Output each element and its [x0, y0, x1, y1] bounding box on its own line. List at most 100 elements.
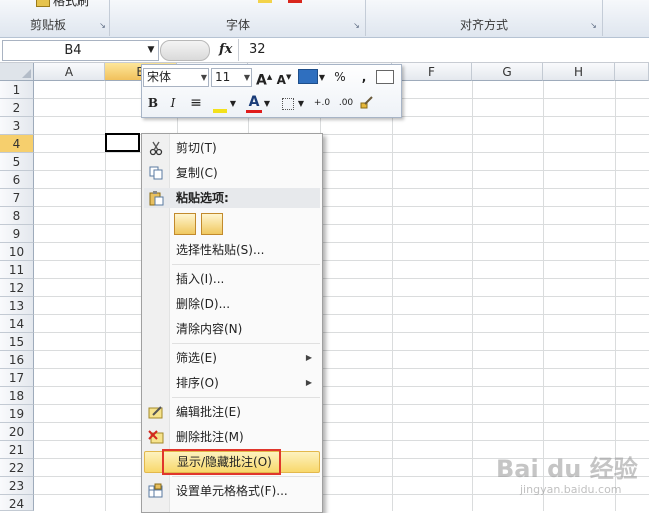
menu-item-insert[interactable]: 插入(I)...: [144, 268, 320, 290]
row-header[interactable]: 6: [0, 171, 34, 189]
gridline: [34, 152, 649, 153]
font-name-select[interactable]: 宋体 ▼: [143, 68, 209, 87]
row-header[interactable]: 5: [0, 153, 34, 171]
chevron-down-icon[interactable]: ▼: [229, 94, 237, 113]
percent-style-button[interactable]: %: [333, 68, 347, 87]
menu-separator: [172, 476, 320, 477]
row-header[interactable]: 1: [0, 81, 34, 99]
row-header[interactable]: 17: [0, 369, 34, 387]
name-box[interactable]: B4 ▼: [2, 40, 159, 61]
menu-item-edit-comment[interactable]: 编辑批注(E): [144, 401, 320, 423]
comma-style-button[interactable]: ,: [358, 68, 370, 87]
merge-cells-icon[interactable]: [376, 70, 394, 84]
menu-item-clear-contents[interactable]: 清除内容(N): [144, 318, 320, 340]
row-header[interactable]: 14: [0, 315, 34, 333]
active-cell-b4[interactable]: [105, 133, 140, 152]
chevron-down-icon[interactable]: ▼: [146, 41, 156, 60]
row-header[interactable]: 2: [0, 99, 34, 117]
row-header[interactable]: 13: [0, 297, 34, 315]
gridline: [34, 242, 649, 243]
formula-bar-handle[interactable]: [160, 40, 210, 61]
baidu-watermark-url: jingyan.baidu.com: [520, 483, 622, 496]
row-header[interactable]: 23: [0, 477, 34, 495]
row-header[interactable]: 19: [0, 405, 34, 423]
gridline: [34, 296, 649, 297]
row-header[interactable]: 15: [0, 333, 34, 351]
row-header[interactable]: 21: [0, 441, 34, 459]
row-header[interactable]: 11: [0, 261, 34, 279]
gridline: [34, 188, 649, 189]
gridline: [34, 278, 649, 279]
format-cells-icon: [148, 483, 164, 499]
group-divider: [602, 0, 603, 36]
center-align-icon[interactable]: ≡: [188, 94, 204, 113]
clipboard-launcher-icon[interactable]: ↘: [98, 21, 107, 30]
fill-color-icon[interactable]: [212, 94, 228, 113]
grow-font-button[interactable]: A▲: [256, 68, 272, 89]
worksheet-grid[interactable]: A B C D E F G H 1 2 3 4 5 6 7 8 9 10 11 …: [0, 63, 649, 511]
format-painter-button[interactable]: 格式刷: [36, 0, 89, 8]
chevron-down-icon[interactable]: ▼: [318, 68, 326, 87]
select-all-button[interactable]: [0, 63, 34, 81]
italic-button[interactable]: I: [166, 94, 180, 113]
formula-input[interactable]: 32: [249, 40, 266, 59]
menu-item-filter[interactable]: 筛选(E) ▶: [144, 347, 320, 369]
shrink-font-button[interactable]: A▼: [276, 68, 292, 87]
formula-divider: [238, 39, 239, 61]
increase-decimal-button[interactable]: +.0: [312, 94, 332, 113]
column-header-f[interactable]: F: [392, 63, 472, 81]
gridline: [34, 440, 649, 441]
accounting-format-icon[interactable]: [298, 69, 318, 84]
brush-icon: [36, 0, 50, 7]
column-header-h[interactable]: H: [543, 63, 615, 81]
row-header-selected[interactable]: 4: [0, 135, 34, 153]
font-color-swatch: [288, 0, 302, 3]
menu-item-sort[interactable]: 排序(O) ▶: [144, 372, 320, 394]
row-header[interactable]: 9: [0, 225, 34, 243]
row-header[interactable]: 18: [0, 387, 34, 405]
chevron-down-icon[interactable]: ▼: [244, 69, 250, 86]
decrease-decimal-button[interactable]: .00: [336, 94, 356, 113]
chevron-down-icon[interactable]: ▼: [201, 69, 207, 86]
menu-item-partial[interactable]: [144, 505, 320, 512]
mini-toolbar: 宋体 ▼ 11 ▼ A▲ A▼ ▼ % , B I ≡ ▼ A ▼ ▼ +.0 …: [141, 64, 402, 118]
chevron-down-icon[interactable]: ▼: [263, 94, 271, 113]
menu-item-cut[interactable]: 剪切(T): [144, 137, 320, 159]
font-size-select[interactable]: 11 ▼: [211, 68, 252, 87]
row-header[interactable]: 7: [0, 189, 34, 207]
menu-paste-options-header: 粘贴选项:: [144, 188, 320, 208]
column-header-next[interactable]: [615, 63, 649, 81]
font-launcher-icon[interactable]: ↘: [352, 21, 361, 30]
chevron-down-icon[interactable]: ▼: [297, 94, 305, 113]
row-header[interactable]: 12: [0, 279, 34, 297]
row-header[interactable]: 3: [0, 117, 34, 135]
row-header[interactable]: 24: [0, 495, 34, 511]
borders-icon[interactable]: [282, 98, 294, 110]
menu-item-paste-special[interactable]: 选择性粘贴(S)...: [144, 239, 320, 261]
scissors-icon: [148, 140, 164, 156]
row-header[interactable]: 16: [0, 351, 34, 369]
row-header[interactable]: 20: [0, 423, 34, 441]
menu-item-copy[interactable]: 复制(C): [144, 162, 320, 184]
bold-button[interactable]: B: [146, 94, 160, 113]
gridline: [34, 260, 649, 261]
menu-item-delete-comment[interactable]: 删除批注(M): [144, 426, 320, 448]
row-header[interactable]: 10: [0, 243, 34, 261]
gridline: [34, 332, 649, 333]
row-header[interactable]: 22: [0, 459, 34, 477]
insert-function-icon[interactable]: fx: [219, 40, 233, 59]
format-painter-icon[interactable]: [360, 96, 374, 110]
column-header-a[interactable]: A: [34, 63, 105, 81]
highlight-swatch: [258, 0, 272, 3]
gridline: [34, 422, 649, 423]
menu-separator: [172, 343, 320, 344]
alignment-launcher-icon[interactable]: ↘: [589, 21, 598, 30]
paste-all-icon[interactable]: [174, 213, 196, 235]
row-header[interactable]: 8: [0, 207, 34, 225]
menu-item-delete[interactable]: 删除(D)...: [144, 293, 320, 315]
font-color-button[interactable]: A: [246, 93, 262, 113]
gridline: [34, 386, 649, 387]
menu-item-format-cells[interactable]: 设置单元格格式(F)...: [144, 480, 320, 502]
paste-values-icon[interactable]: [201, 213, 223, 235]
column-header-g[interactable]: G: [472, 63, 543, 81]
